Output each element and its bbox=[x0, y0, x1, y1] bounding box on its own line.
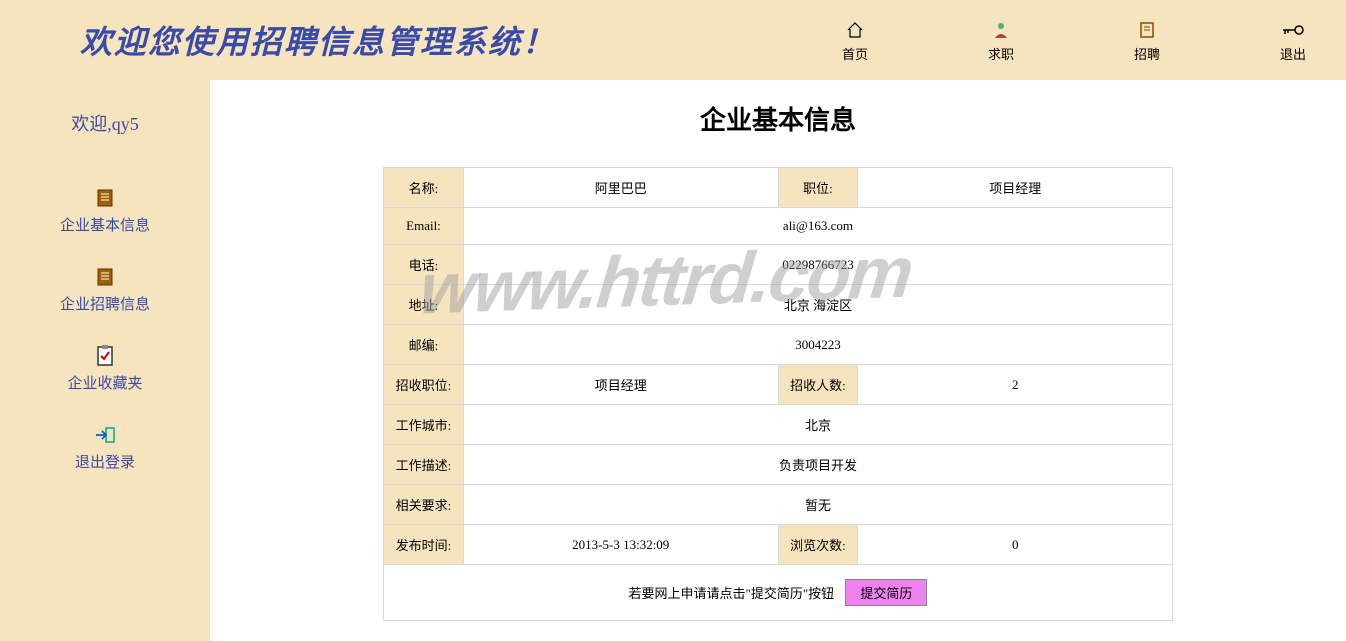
table-row: 邮编: 3004223 bbox=[384, 325, 1173, 365]
email-value: ali@163.com bbox=[463, 208, 1172, 245]
sidebar-item-favorites[interactable]: 企业收藏夹 bbox=[67, 344, 142, 393]
position-label: 职位: bbox=[778, 168, 858, 208]
sidebar-item-recruit-info[interactable]: 企业招聘信息 bbox=[60, 265, 150, 314]
table-row: Email: ali@163.com bbox=[384, 208, 1173, 245]
page-title: 企业基本信息 bbox=[700, 100, 856, 137]
main-content: www.httrd.com 企业基本信息 名称: 阿里巴巴 职位: 项目经理 E… bbox=[210, 80, 1346, 641]
position-value: 项目经理 bbox=[858, 168, 1173, 208]
address-value: 北京 海淀区 bbox=[463, 285, 1172, 325]
desc-value: 负责项目开发 bbox=[463, 445, 1172, 485]
table-row: 发布时间: 2013-5-3 13:32:09 浏览次数: 0 bbox=[384, 525, 1173, 565]
sidebar-item-label: 企业基本信息 bbox=[60, 214, 150, 235]
nav-label: 退出 bbox=[1280, 44, 1306, 63]
phone-value: 02298766723 bbox=[463, 245, 1172, 285]
nav-label: 招聘 bbox=[1134, 44, 1160, 63]
zip-value: 3004223 bbox=[463, 325, 1172, 365]
email-label: Email: bbox=[384, 208, 464, 245]
clipboard-icon bbox=[95, 344, 115, 368]
doc-icon bbox=[96, 186, 114, 210]
zip-label: 邮编: bbox=[384, 325, 464, 365]
sidebar: 欢迎,qy5 企业基本信息 企业招聘信息 企业收藏夹 退出登录 bbox=[0, 80, 210, 641]
username: qy5 bbox=[112, 114, 139, 134]
key-icon bbox=[1281, 18, 1305, 42]
doc-icon bbox=[96, 265, 114, 289]
phone-label: 电话: bbox=[384, 245, 464, 285]
sidebar-item-label: 退出登录 bbox=[75, 451, 135, 472]
nav-recruit[interactable]: 招聘 bbox=[1134, 18, 1160, 63]
req-value: 暂无 bbox=[463, 485, 1172, 525]
welcome-text: 欢迎,qy5 bbox=[71, 110, 139, 136]
sidebar-item-label: 企业招聘信息 bbox=[60, 293, 150, 314]
pubtime-value: 2013-5-3 13:32:09 bbox=[463, 525, 778, 565]
submit-resume-button[interactable]: 提交简历 bbox=[845, 579, 927, 606]
pubtime-label: 发布时间: bbox=[384, 525, 464, 565]
city-label: 工作城市: bbox=[384, 405, 464, 445]
person-icon bbox=[991, 18, 1011, 42]
table-row: 工作描述: 负责项目开发 bbox=[384, 445, 1173, 485]
views-label: 浏览次数: bbox=[778, 525, 858, 565]
exit-icon bbox=[94, 423, 116, 447]
nav-jobseek[interactable]: 求职 bbox=[988, 18, 1014, 63]
document-icon bbox=[1137, 18, 1157, 42]
header: 欢迎您使用招聘信息管理系统！ 首页 求职 招聘 退出 bbox=[0, 0, 1346, 80]
recruit-pos-label: 招收职位: bbox=[384, 365, 464, 405]
recruit-num-label: 招收人数: bbox=[778, 365, 858, 405]
city-value: 北京 bbox=[463, 405, 1172, 445]
desc-label: 工作描述: bbox=[384, 445, 464, 485]
req-label: 相关要求: bbox=[384, 485, 464, 525]
recruit-num-value: 2 bbox=[858, 365, 1173, 405]
table-row: 相关要求: 暂无 bbox=[384, 485, 1173, 525]
nav-label: 求职 bbox=[988, 44, 1014, 63]
recruit-pos-value: 项目经理 bbox=[463, 365, 778, 405]
nav-label: 首页 bbox=[842, 44, 868, 63]
top-nav: 首页 求职 招聘 退出 bbox=[842, 18, 1306, 63]
table-row: 电话: 02298766723 bbox=[384, 245, 1173, 285]
nav-home[interactable]: 首页 bbox=[842, 18, 868, 63]
home-icon bbox=[845, 18, 865, 42]
welcome-prefix: 欢迎, bbox=[71, 114, 112, 134]
app-title: 欢迎您使用招聘信息管理系统！ bbox=[80, 17, 556, 63]
name-label: 名称: bbox=[384, 168, 464, 208]
sidebar-item-label: 企业收藏夹 bbox=[67, 372, 142, 393]
address-label: 地址: bbox=[384, 285, 464, 325]
table-row: 名称: 阿里巴巴 职位: 项目经理 bbox=[384, 168, 1173, 208]
table-row: 地址: 北京 海淀区 bbox=[384, 285, 1173, 325]
nav-logout[interactable]: 退出 bbox=[1280, 18, 1306, 63]
submit-hint: 若要网上申请请点击"提交简历"按钮 bbox=[629, 586, 835, 601]
table-row: 招收职位: 项目经理 招收人数: 2 bbox=[384, 365, 1173, 405]
views-value: 0 bbox=[858, 525, 1173, 565]
name-value: 阿里巴巴 bbox=[463, 168, 778, 208]
submit-row: 若要网上申请请点击"提交简历"按钮 提交简历 bbox=[384, 565, 1173, 621]
info-table: 名称: 阿里巴巴 职位: 项目经理 Email: ali@163.com 电话:… bbox=[383, 167, 1173, 621]
sidebar-item-company-info[interactable]: 企业基本信息 bbox=[60, 186, 150, 235]
table-row: 工作城市: 北京 bbox=[384, 405, 1173, 445]
sidebar-item-exit[interactable]: 退出登录 bbox=[75, 423, 135, 472]
